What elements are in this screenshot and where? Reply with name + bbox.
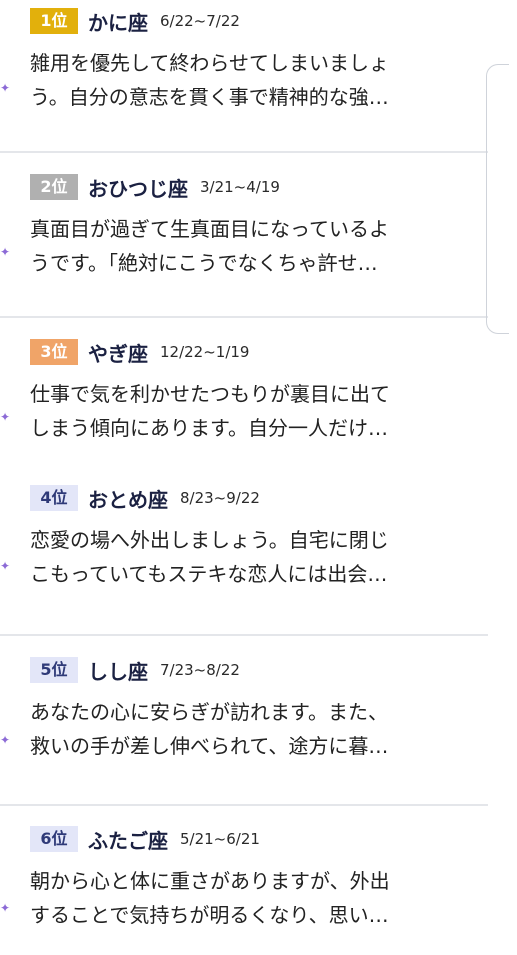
horoscope-ranking-page: ✦ 1位 かに座 6/22~7/22 雑用を優先して終わらせてしまいましょ う。自… <box>0 0 517 955</box>
sign-dates: 5/21~6/21 <box>180 830 260 848</box>
ranking-header: 2位 おひつじ座 3/21~4/19 <box>30 174 488 201</box>
ranking-list: ✦ 1位 かに座 6/22~7/22 雑用を優先して終わらせてしまいましょ う。自… <box>0 0 488 955</box>
fortune-summary: あなたの心に安らぎが訪れます。また、 救いの手が差し伸べられて、途方に暮… <box>30 695 488 763</box>
star-icon: ✦ <box>0 733 11 747</box>
rank-badge: 1位 <box>30 8 78 34</box>
ranking-header: 6位 ふたご座 5/21~6/21 <box>30 826 488 853</box>
ranking-header: 3位 やぎ座 12/22~1/19 <box>30 339 488 366</box>
star-icon: ✦ <box>0 410 11 424</box>
summary-line: 救いの手が差し伸べられて、途方に暮… <box>30 734 389 758</box>
sign-name: かに座 <box>88 10 148 35</box>
rank-badge: 5位 <box>30 657 78 683</box>
fortune-summary: 仕事で気を利かせたつもりが裏目に出て しまう傾向にあります。自分一人だけ… <box>30 377 488 445</box>
star-icon: ✦ <box>0 559 11 573</box>
rank-badge: 3位 <box>30 339 78 365</box>
sign-dates: 6/22~7/22 <box>160 12 240 30</box>
summary-line: 恋愛の場へ外出しましょう。自宅に閉じ <box>30 528 389 552</box>
sign-name: しし座 <box>88 659 148 684</box>
ranking-item-4[interactable]: ✦ 4位 おとめ座 8/23~9/22 恋愛の場へ外出しましょう。自宅に閉じ こも… <box>0 476 488 636</box>
summary-line: あなたの心に安らぎが訪れます。また、 <box>30 700 388 724</box>
sign-dates: 7/23~8/22 <box>160 661 240 679</box>
ranking-item-3[interactable]: ✦ 3位 やぎ座 12/22~1/19 仕事で気を利かせたつもりが裏目に出て しま… <box>0 318 488 476</box>
summary-line: することで気持ちが明るくなり、思い… <box>30 903 389 927</box>
summary-line: こもっていてもステキな恋人には出会… <box>30 562 388 586</box>
ranking-header: 5位 しし座 7/23~8/22 <box>30 657 488 684</box>
rank-badge: 4位 <box>30 485 78 511</box>
summary-line: う。自分の意志を貫く事で精神的な強… <box>30 85 389 109</box>
summary-line: 仕事で気を利かせたつもりが裏目に出て <box>30 382 390 406</box>
summary-line: うです。「絶対にこうでなくちゃ許せ… <box>30 251 378 275</box>
star-icon: ✦ <box>0 81 11 95</box>
sign-dates: 12/22~1/19 <box>160 343 250 361</box>
rank-badge: 6位 <box>30 826 78 852</box>
ranking-item-6[interactable]: ✦ 6位 ふたご座 5/21~6/21 朝から心と体に重さがありますが、外出 する… <box>0 806 488 955</box>
ranking-header: 1位 かに座 6/22~7/22 <box>30 8 488 35</box>
fortune-summary: 雑用を優先して終わらせてしまいましょ う。自分の意志を貫く事で精神的な強… <box>30 46 488 114</box>
fortune-summary: 真面目が過ぎて生真面目になっているよ うです。「絶対にこうでなくちゃ許せ… <box>30 212 488 280</box>
summary-line: 朝から心と体に重さがありますが、外出 <box>30 869 390 893</box>
ranking-item-2[interactable]: ✦ 2位 おひつじ座 3/21~4/19 真面目が過ぎて生真面目になっているよう… <box>0 153 488 318</box>
star-icon: ✦ <box>0 901 11 915</box>
sign-name: やぎ座 <box>88 341 148 366</box>
rank-badge: 2位 <box>30 174 78 200</box>
summary-line: 雑用を優先して終わらせてしまいましょ <box>30 51 389 75</box>
sign-dates: 8/23~9/22 <box>180 489 260 507</box>
sign-name: おとめ座 <box>88 487 168 512</box>
sign-name: おひつじ座 <box>88 176 188 201</box>
sign-name: ふたご座 <box>88 828 168 853</box>
ranking-item-5[interactable]: ✦ 5位 しし座 7/23~8/22 あなたの心に安らぎが訪れます。また、 救いの… <box>0 636 488 806</box>
summary-line: しまう傾向にあります。自分一人だけ… <box>30 416 388 440</box>
sign-dates: 3/21~4/19 <box>200 178 280 196</box>
fortune-summary: 恋愛の場へ外出しましょう。自宅に閉じ こもっていてもステキな恋人には出会… <box>30 523 488 591</box>
ranking-header: 4位 おとめ座 8/23~9/22 <box>30 485 488 512</box>
fortune-summary: 朝から心と体に重さがありますが、外出 することで気持ちが明るくなり、思い… <box>30 864 488 932</box>
star-icon: ✦ <box>0 245 11 259</box>
side-panel-edge[interactable] <box>486 64 509 334</box>
ranking-item-1[interactable]: ✦ 1位 かに座 6/22~7/22 雑用を優先して終わらせてしまいましょ う。自… <box>0 0 488 153</box>
summary-line: 真面目が過ぎて生真面目になっているよ <box>30 217 389 241</box>
